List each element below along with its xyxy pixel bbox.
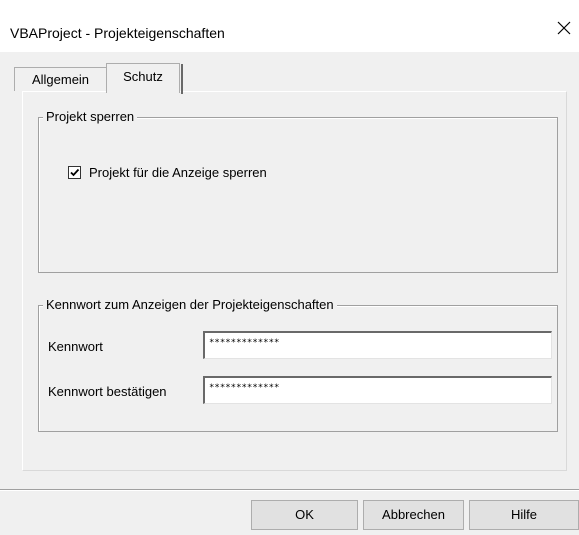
password-label: Kennwort bbox=[48, 339, 103, 354]
help-button[interactable]: Hilfe bbox=[469, 500, 579, 530]
button-separator bbox=[0, 489, 579, 491]
window-title: VBAProject - Projekteigenschaften bbox=[10, 25, 225, 41]
lock-group-legend: Projekt sperren bbox=[43, 109, 138, 125]
checkmark-icon bbox=[70, 168, 80, 177]
close-icon bbox=[557, 21, 571, 38]
lock-project-group: Projekt sperren bbox=[38, 109, 558, 273]
password-group: Kennwort zum Anzeigen der Projekteigensc… bbox=[38, 297, 558, 432]
lock-checkbox-label: Projekt für die Anzeige sperren bbox=[89, 165, 267, 180]
tab-allgemein[interactable]: Allgemein bbox=[14, 67, 107, 91]
lock-checkbox-row[interactable]: Projekt für die Anzeige sperren bbox=[68, 165, 267, 180]
lock-project-checkbox[interactable] bbox=[68, 166, 81, 179]
password-field[interactable]: ************* bbox=[203, 331, 552, 359]
ok-button[interactable]: OK bbox=[251, 500, 358, 530]
tab-schutz[interactable]: Schutz bbox=[106, 63, 183, 94]
close-button[interactable] bbox=[549, 12, 579, 46]
confirm-password-label: Kennwort bestätigen bbox=[48, 384, 167, 399]
cancel-button[interactable]: Abbrechen bbox=[363, 500, 464, 530]
password-group-legend: Kennwort zum Anzeigen der Projekteigensc… bbox=[43, 297, 337, 313]
title-bar: VBAProject - Projekteigenschaften bbox=[0, 0, 579, 52]
confirm-password-field[interactable]: ************* bbox=[203, 376, 552, 404]
